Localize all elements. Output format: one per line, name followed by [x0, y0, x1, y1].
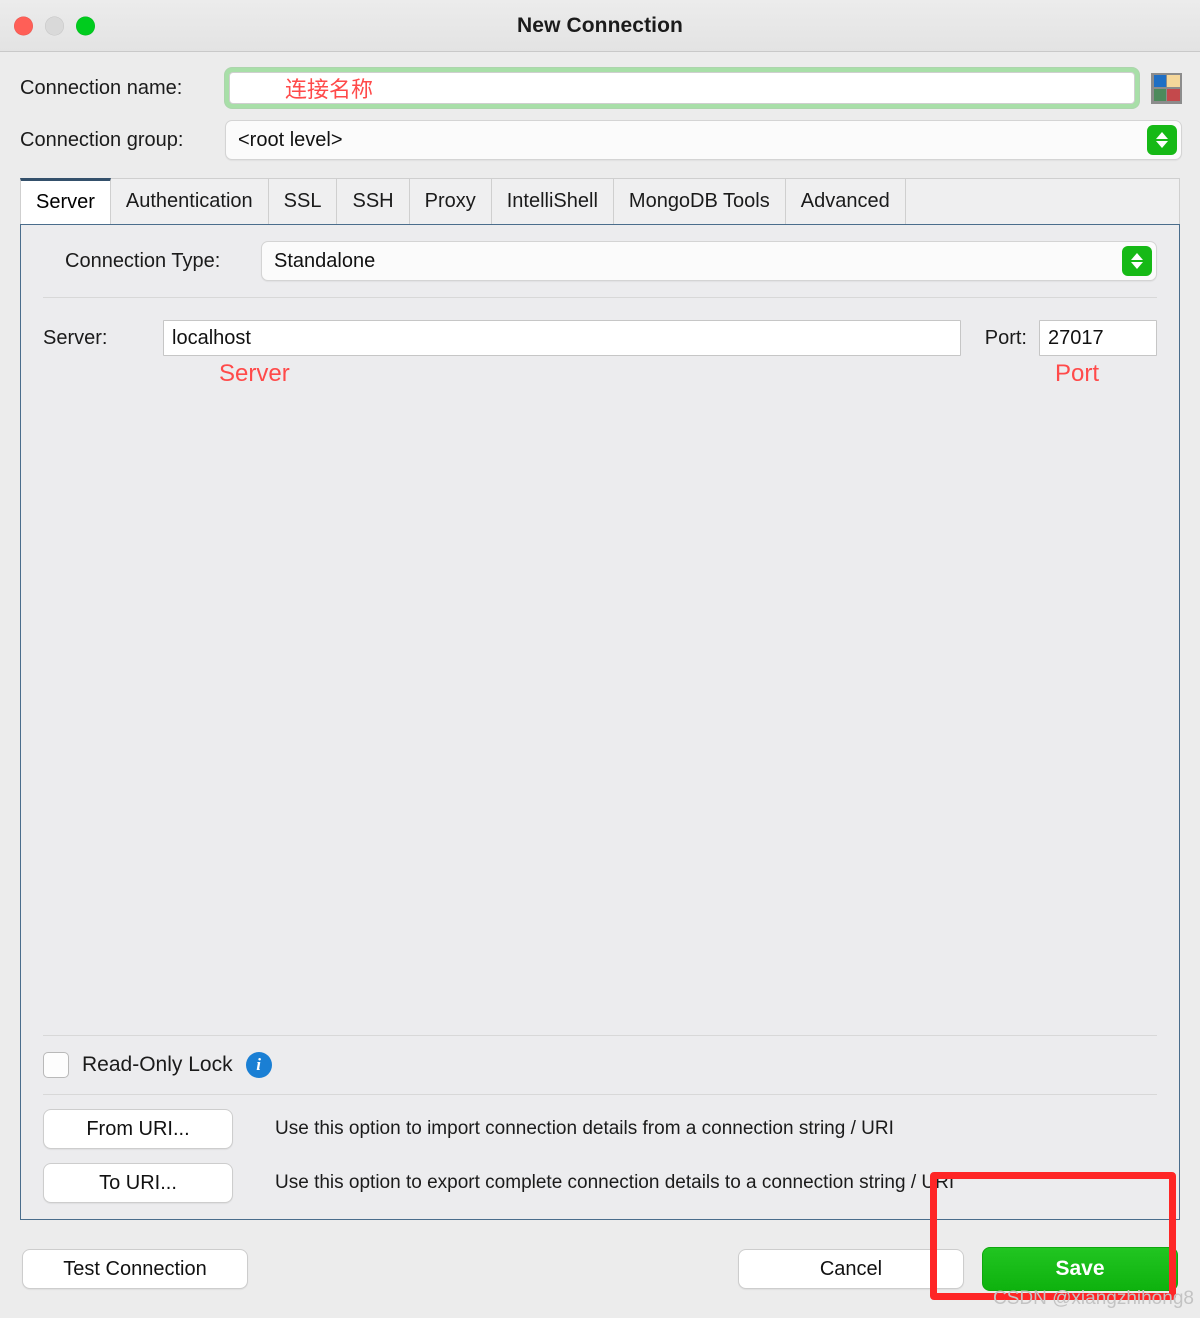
tab-authentication[interactable]: Authentication	[110, 178, 269, 224]
to-uri-button[interactable]: To URI...	[43, 1163, 233, 1203]
cancel-button[interactable]: Cancel	[738, 1249, 964, 1289]
chevron-updown-icon[interactable]	[1122, 246, 1152, 276]
connection-name-row: Connection name: 连接名称	[0, 62, 1200, 114]
tab-proxy[interactable]: Proxy	[409, 178, 492, 224]
swatch-color-green	[1153, 88, 1166, 101]
info-icon[interactable]: i	[245, 1052, 272, 1078]
tab-bar: Server Authentication SSL SSH Proxy Inte…	[0, 176, 1200, 224]
to-uri-description: Use this option to export complete conne…	[275, 1172, 955, 1193]
server-label: Server:	[43, 326, 108, 349]
server-tab-panel: Connection Type: Standalone Server: Port…	[20, 224, 1180, 1220]
save-button[interactable]: Save	[982, 1247, 1178, 1291]
tab-ssl[interactable]: SSL	[268, 178, 338, 224]
connection-type-select[interactable]: Standalone	[261, 241, 1157, 281]
server-input[interactable]	[163, 320, 961, 356]
connection-name-input[interactable]	[229, 72, 1135, 104]
close-window-button[interactable]	[14, 16, 33, 35]
tab-mongodb-tools[interactable]: MongoDB Tools	[613, 178, 786, 224]
minimize-window-button[interactable]	[45, 16, 64, 35]
from-uri-button[interactable]: From URI...	[43, 1109, 233, 1149]
connection-group-row: Connection group: <root level>	[0, 114, 1200, 166]
tab-intellishell[interactable]: IntelliShell	[491, 178, 614, 224]
title-bar: New Connection	[0, 0, 1200, 52]
new-connection-window: New Connection Connection name: 连接名称 Con…	[0, 0, 1200, 1318]
connection-type-row: Connection Type: Standalone	[21, 225, 1179, 297]
port-input[interactable]	[1039, 320, 1157, 356]
connection-type-value: Standalone	[274, 249, 376, 272]
read-only-lock-checkbox[interactable]	[43, 1052, 69, 1078]
zoom-window-button[interactable]	[76, 16, 95, 35]
connection-name-field-wrap: 连接名称	[225, 68, 1139, 108]
from-uri-description: Use this option to import connection det…	[275, 1118, 894, 1139]
connection-group-label: Connection group:	[20, 128, 184, 151]
tab-advanced[interactable]: Advanced	[785, 178, 906, 224]
tab-server[interactable]: Server	[20, 178, 111, 224]
top-form: Connection name: 连接名称 Connection group: …	[0, 52, 1200, 172]
window-title: New Connection	[517, 13, 683, 37]
chevron-updown-icon[interactable]	[1147, 125, 1177, 155]
annotation-row: Server Port	[21, 356, 1179, 400]
tab-bar-filler	[905, 178, 1180, 224]
connection-type-label: Connection Type:	[65, 249, 221, 272]
port-label: Port:	[984, 326, 1027, 349]
tab-ssh[interactable]: SSH	[337, 178, 410, 224]
test-connection-button[interactable]: Test Connection	[22, 1249, 248, 1289]
connection-group-select[interactable]: <root level>	[225, 120, 1182, 160]
swatch-color-red	[1167, 88, 1180, 101]
read-only-lock-row: Read-Only Lock i	[21, 1036, 1179, 1078]
server-annotation: Server	[219, 360, 290, 387]
from-uri-row: From URI... Use this option to import co…	[21, 1095, 1179, 1149]
connection-name-label: Connection name:	[20, 76, 183, 99]
swatch-color-blue	[1153, 75, 1166, 88]
dialog-footer: Test Connection Cancel Save	[0, 1220, 1200, 1318]
port-annotation: Port	[1055, 360, 1100, 387]
traffic-lights	[14, 16, 95, 35]
swatch-color-tan	[1167, 75, 1180, 88]
panel-empty-space	[21, 400, 1179, 1035]
to-uri-row: To URI... Use this option to export comp…	[21, 1149, 1179, 1203]
connection-group-value: <root level>	[238, 128, 343, 151]
read-only-lock-label: Read-Only Lock	[82, 1053, 233, 1076]
panel-bottom-padding	[21, 1203, 1179, 1219]
server-port-row: Server: Port:	[21, 298, 1179, 356]
color-swatch-button[interactable]	[1151, 72, 1182, 104]
